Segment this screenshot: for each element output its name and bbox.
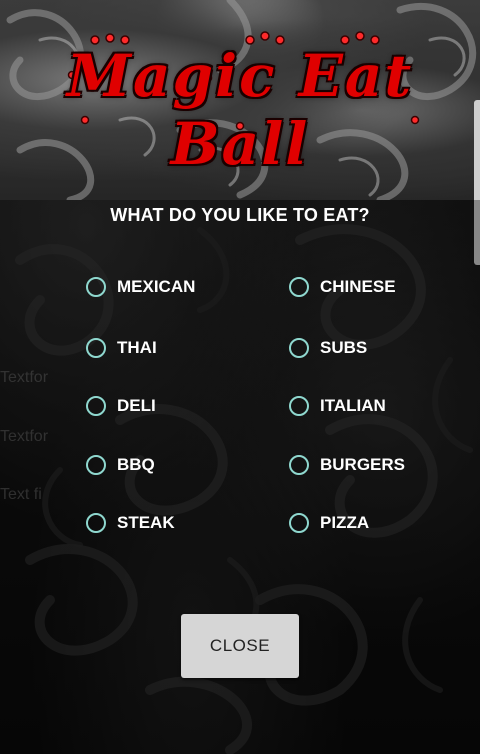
option-label: THAI bbox=[117, 338, 157, 357]
banner: Magic Eat Ball bbox=[0, 0, 480, 200]
option-label: BURGERS bbox=[320, 455, 406, 474]
option-subs[interactable]: SUBS bbox=[289, 333, 367, 363]
radio-button[interactable] bbox=[289, 396, 309, 416]
option-bbq[interactable]: BBQ bbox=[86, 450, 155, 480]
radio-button[interactable] bbox=[289, 277, 309, 297]
radio-button[interactable] bbox=[86, 455, 106, 475]
option-label: ITALIAN bbox=[320, 396, 386, 415]
option-italian[interactable]: ITALIAN bbox=[289, 391, 386, 421]
option-label: DELI bbox=[117, 396, 156, 415]
option-label: SUBS bbox=[320, 338, 368, 357]
radio-button[interactable] bbox=[86, 338, 106, 358]
option-label: MEXICAN bbox=[117, 277, 196, 296]
radio-button[interactable] bbox=[289, 513, 309, 533]
option-pizza[interactable]: PIZZA bbox=[289, 508, 369, 538]
app-title-logo: Magic Eat Ball bbox=[66, 42, 414, 178]
option-thai[interactable]: THAI bbox=[86, 333, 157, 363]
radio-button[interactable] bbox=[86, 277, 106, 297]
option-steak[interactable]: STEAK bbox=[86, 508, 175, 538]
radio-button[interactable] bbox=[289, 338, 309, 358]
option-label: BBQ bbox=[117, 455, 155, 474]
option-label: STEAK bbox=[117, 513, 175, 532]
close-button[interactable]: CLOSE bbox=[181, 614, 299, 678]
option-mexican[interactable]: MEXICAN bbox=[86, 272, 195, 302]
option-burgers[interactable]: BURGERS bbox=[289, 450, 405, 480]
option-label: CHINESE bbox=[320, 277, 396, 296]
option-label: PIZZA bbox=[320, 513, 370, 532]
option-deli[interactable]: DELI bbox=[86, 391, 156, 421]
app-screen: Magic Eat Ball Textfor Textfor Text fi W… bbox=[0, 0, 480, 754]
dialog-question: WHAT DO YOU LIKE TO EAT? bbox=[110, 205, 370, 225]
radio-button[interactable] bbox=[289, 455, 309, 475]
radio-button[interactable] bbox=[86, 396, 106, 416]
option-chinese[interactable]: CHINESE bbox=[289, 272, 396, 302]
radio-button[interactable] bbox=[86, 513, 106, 533]
